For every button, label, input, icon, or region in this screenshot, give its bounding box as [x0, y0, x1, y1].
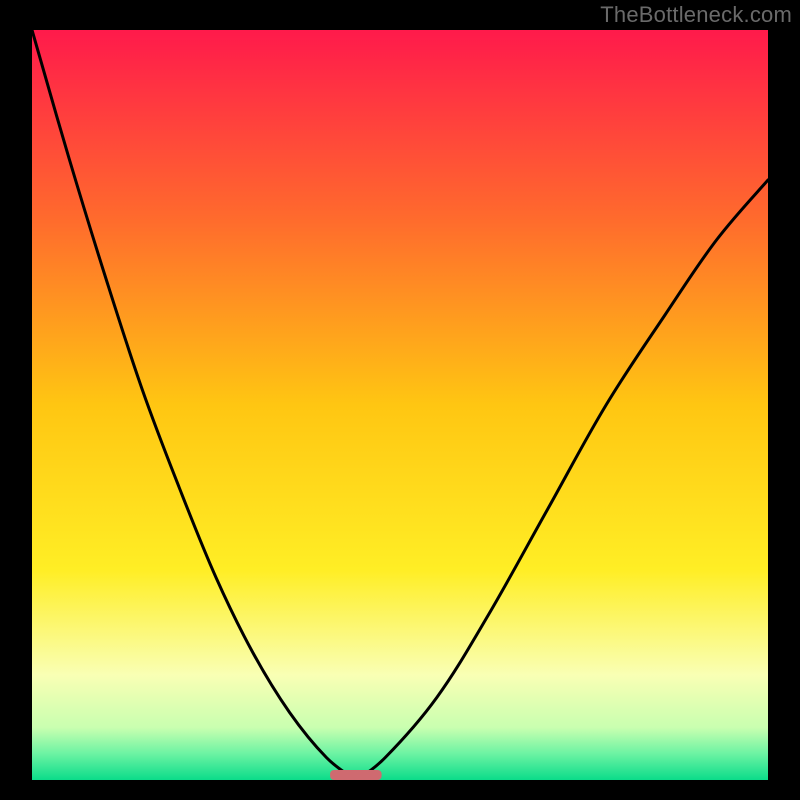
- watermark-text: TheBottleneck.com: [600, 2, 792, 28]
- bottleneck-chart: [0, 0, 800, 800]
- optimum-marker: [330, 770, 382, 780]
- chart-container: { "watermark": "TheBottleneck.com", "cha…: [0, 0, 800, 800]
- plot-background: [32, 30, 768, 780]
